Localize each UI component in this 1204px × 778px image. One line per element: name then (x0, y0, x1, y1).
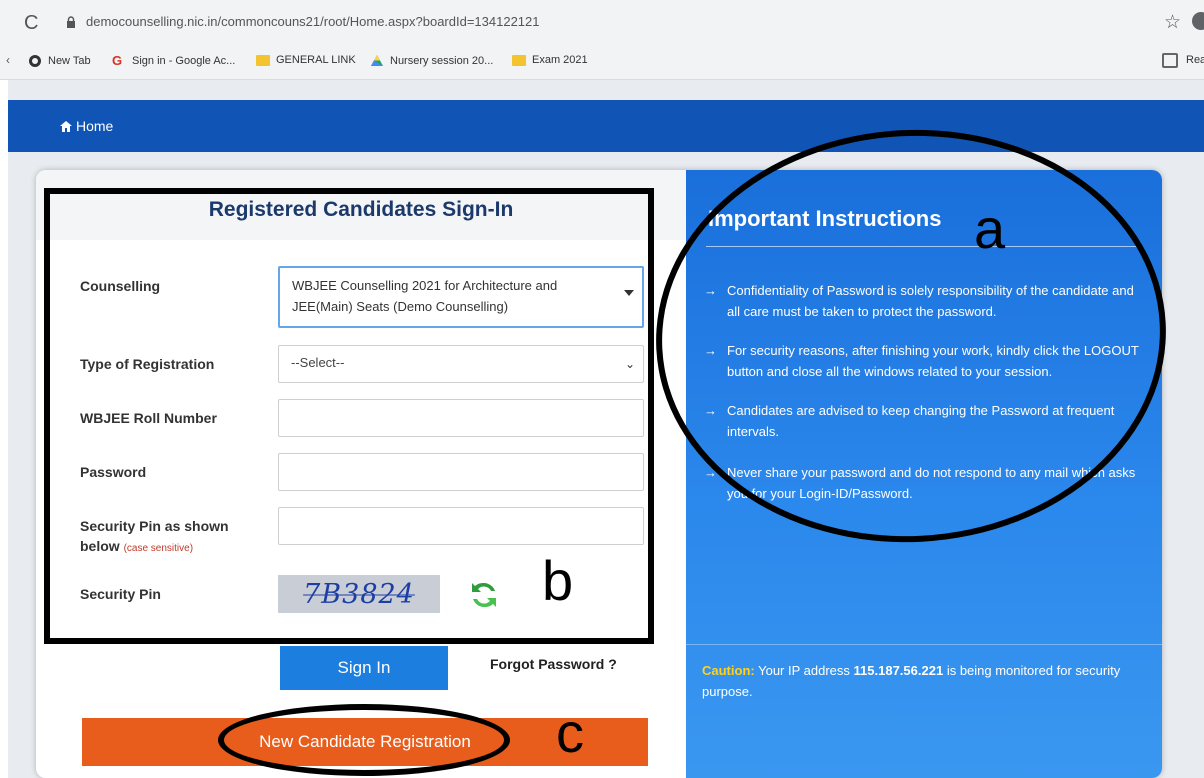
url-text[interactable]: democounselling.nic.in/commoncouns21/roo… (86, 14, 540, 29)
caution-pre: Your IP address (758, 663, 850, 678)
bookmark-exam-2021[interactable]: Exam 2021 (512, 54, 588, 66)
caution-note: Caution: Your IP address 115.187.56.221 … (702, 660, 1152, 702)
bookmark-general-link[interactable]: GENERAL LINK (256, 54, 356, 66)
home-label: Home (76, 118, 114, 134)
lock-icon (67, 16, 75, 28)
globe-icon (29, 55, 41, 67)
bookmark-label: New Tab (48, 55, 91, 67)
bookmark-google-signin[interactable]: G Sign in - Google Ac... (112, 54, 235, 68)
bookmark-label: Exam 2021 (532, 54, 588, 66)
folder-icon (512, 54, 526, 66)
apps-icon[interactable]: ‹ (6, 53, 10, 67)
drive-icon (371, 55, 383, 66)
bookmark-star-icon[interactable]: ☆ (1164, 11, 1181, 34)
home-icon (60, 120, 72, 132)
annotation-letter-b: b (542, 549, 574, 612)
caution-word: Caution: (702, 663, 755, 678)
browser-address-bar: C democounselling.nic.in/commoncouns21/r… (0, 0, 1204, 44)
caution-divider (686, 644, 1162, 645)
bookmark-label: Nursery session 20... (390, 55, 494, 67)
google-icon: G (112, 53, 123, 68)
profile-icon[interactable] (1192, 12, 1204, 30)
bookmark-new-tab[interactable]: New Tab (28, 54, 91, 68)
bookmarks-bar: ‹ New Tab G Sign in - Google Ac... GENER… (0, 44, 1204, 80)
home-link[interactable]: Home (60, 118, 113, 134)
annotation-ellipse-c (218, 704, 510, 776)
reading-list-label[interactable]: Rea (1186, 54, 1204, 66)
annotation-letter-a: a (974, 197, 1006, 260)
ip-address: 115.187.56.221 (853, 663, 944, 678)
reload-icon[interactable]: C (24, 12, 38, 35)
folder-icon (256, 54, 270, 66)
forgot-password-link[interactable]: Forgot Password ? (490, 656, 617, 672)
annotation-letter-c: c (556, 701, 584, 764)
bookmark-label: Sign in - Google Ac... (132, 55, 236, 67)
sign-in-button[interactable]: Sign In (280, 646, 448, 690)
bookmark-nursery-session[interactable]: Nursery session 20... (370, 54, 493, 68)
reading-list-icon[interactable] (1162, 53, 1178, 68)
bookmark-label: GENERAL LINK (276, 54, 356, 66)
top-navbar: Home (8, 100, 1204, 152)
